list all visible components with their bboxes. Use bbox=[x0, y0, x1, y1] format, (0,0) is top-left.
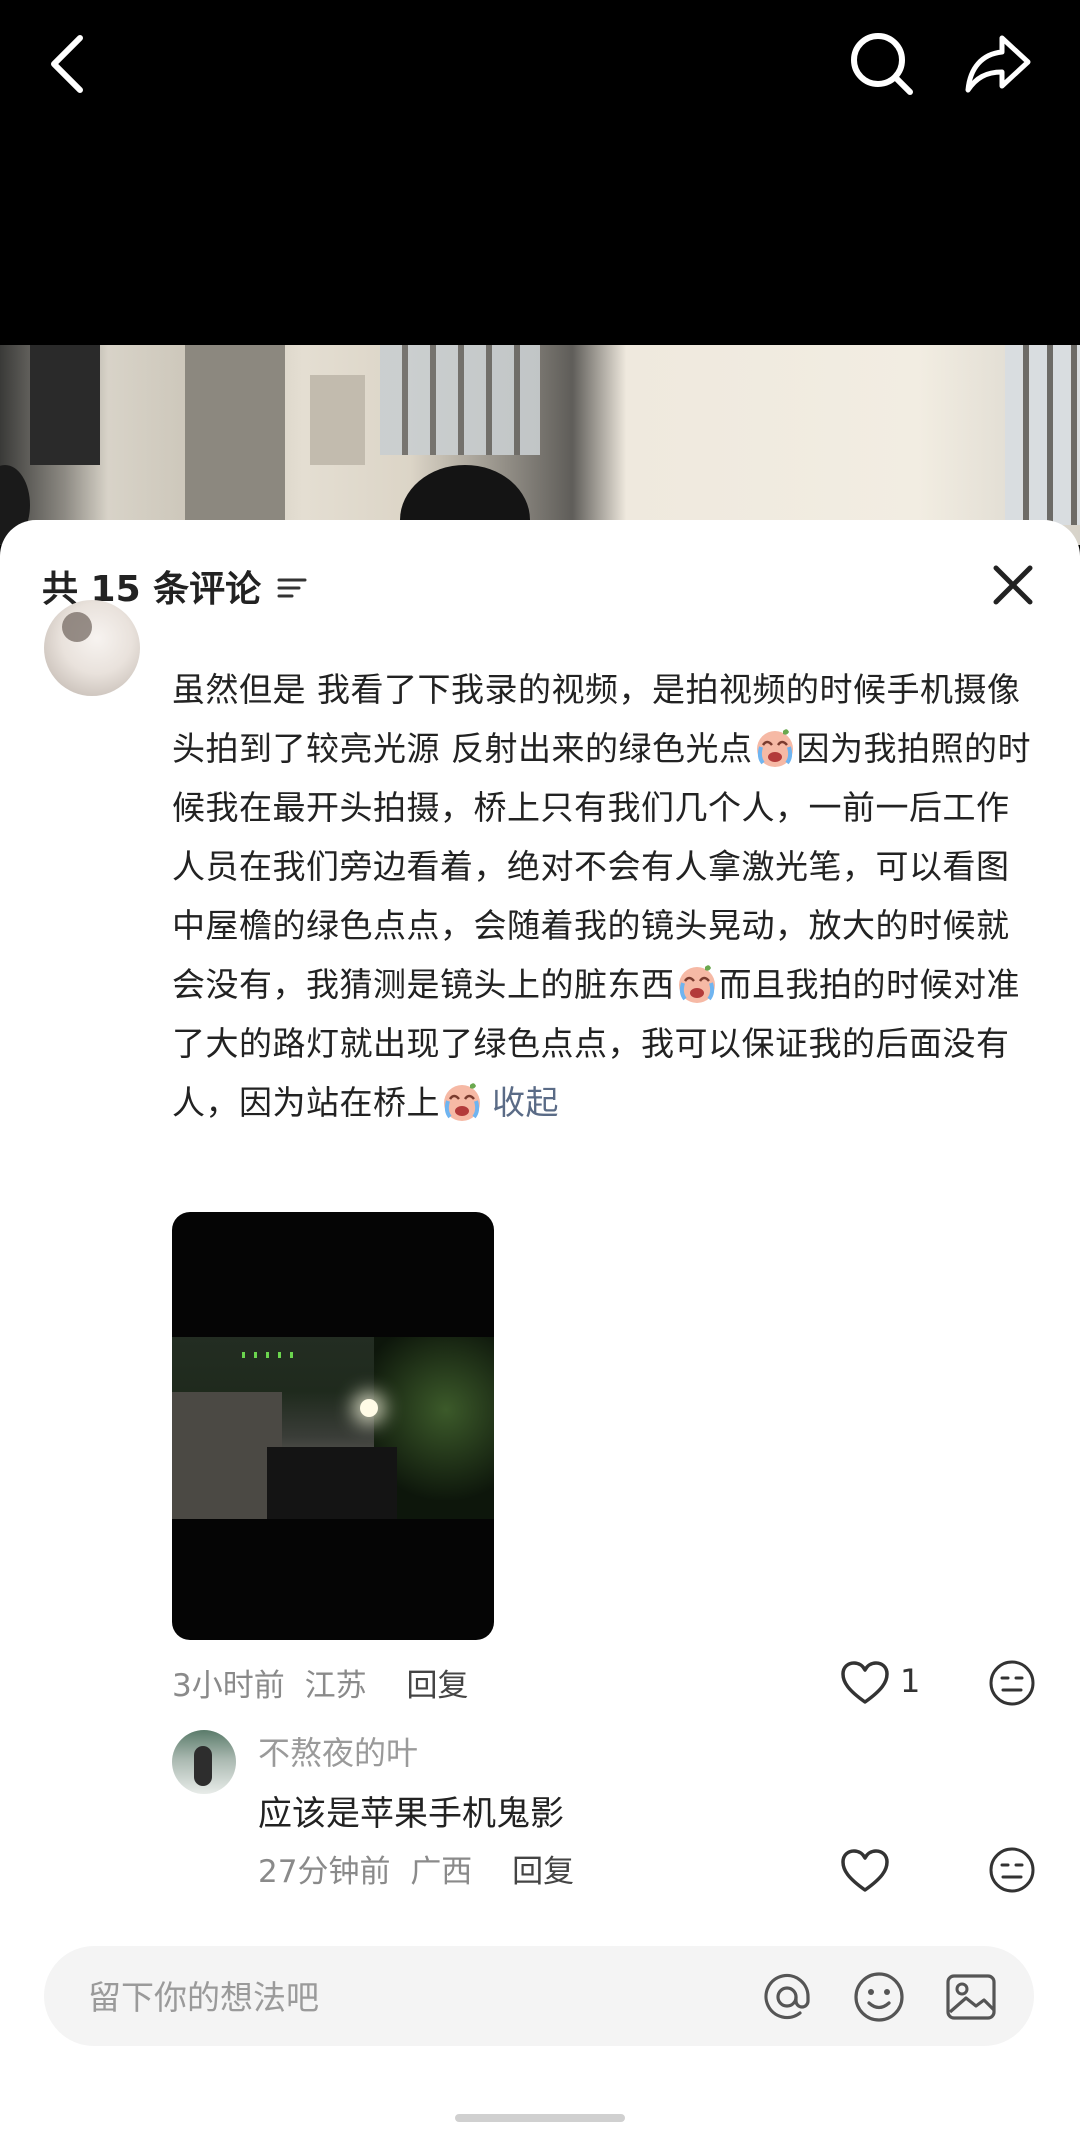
meh-face-icon[interactable] bbox=[988, 1846, 1036, 1894]
comment-body: 虽然但是 我看了下我录的视频，是拍视频的时候手机摄像头拍到了较亮光源 反射出来的… bbox=[172, 660, 1042, 1132]
at-icon[interactable] bbox=[760, 1970, 814, 2024]
heart-icon[interactable] bbox=[840, 1660, 890, 1706]
replier-avatar[interactable] bbox=[172, 1730, 236, 1794]
reply-reply-button[interactable]: 回复 bbox=[512, 1854, 574, 1890]
meh-face-icon[interactable] bbox=[988, 1659, 1036, 1707]
comment-meta: 3小时前 江苏 回复 bbox=[172, 1660, 468, 1705]
comments-sheet: 共 15 条评论 虽然但是 我看了下我录的视频，是拍视频的时候手机摄像头拍到了较… bbox=[0, 520, 1080, 2149]
like-count: 1 bbox=[900, 1662, 921, 1700]
filter-lines-icon[interactable] bbox=[275, 571, 309, 601]
crying-emoji bbox=[675, 961, 719, 1005]
comment-time: 3小时前 bbox=[172, 1668, 285, 1704]
comment-location: 江苏 bbox=[304, 1668, 367, 1704]
reply-button[interactable]: 回复 bbox=[406, 1668, 468, 1704]
heart-icon[interactable] bbox=[840, 1848, 890, 1894]
video-top-bar bbox=[0, 0, 1080, 345]
emoji-icon[interactable] bbox=[852, 1970, 906, 2024]
commenter-avatar[interactable] bbox=[44, 600, 140, 696]
reply-time: 27分钟前 bbox=[258, 1854, 391, 1890]
back-icon[interactable] bbox=[30, 24, 110, 104]
share-icon[interactable] bbox=[958, 24, 1038, 104]
collapse-link[interactable]: 收起 bbox=[492, 1083, 559, 1122]
comment-text-part-2: 因为我拍照的时候我在最开头拍摄，桥上只有我们几个人，一前一后工作人员在我们旁边看… bbox=[172, 729, 1031, 1004]
reply-location: 广西 bbox=[410, 1854, 473, 1890]
image-icon[interactable] bbox=[944, 1970, 998, 2024]
video-frame bbox=[0, 345, 1080, 545]
search-icon[interactable] bbox=[842, 24, 922, 104]
home-indicator bbox=[455, 2114, 625, 2122]
reply-meta: 27分钟前 广西 回复 bbox=[258, 1846, 574, 1891]
close-icon[interactable] bbox=[986, 558, 1040, 612]
reply-username[interactable]: 不熬夜的叶 bbox=[258, 1728, 418, 1774]
comment-input[interactable] bbox=[86, 1946, 730, 2048]
crying-emoji bbox=[753, 725, 797, 769]
comment-input-bar bbox=[44, 1946, 1034, 2048]
reply-text: 应该是苹果手机鬼影 bbox=[258, 1794, 564, 1834]
comment-image-thumbnail[interactable] bbox=[172, 1212, 494, 1640]
crying-emoji bbox=[440, 1079, 484, 1123]
